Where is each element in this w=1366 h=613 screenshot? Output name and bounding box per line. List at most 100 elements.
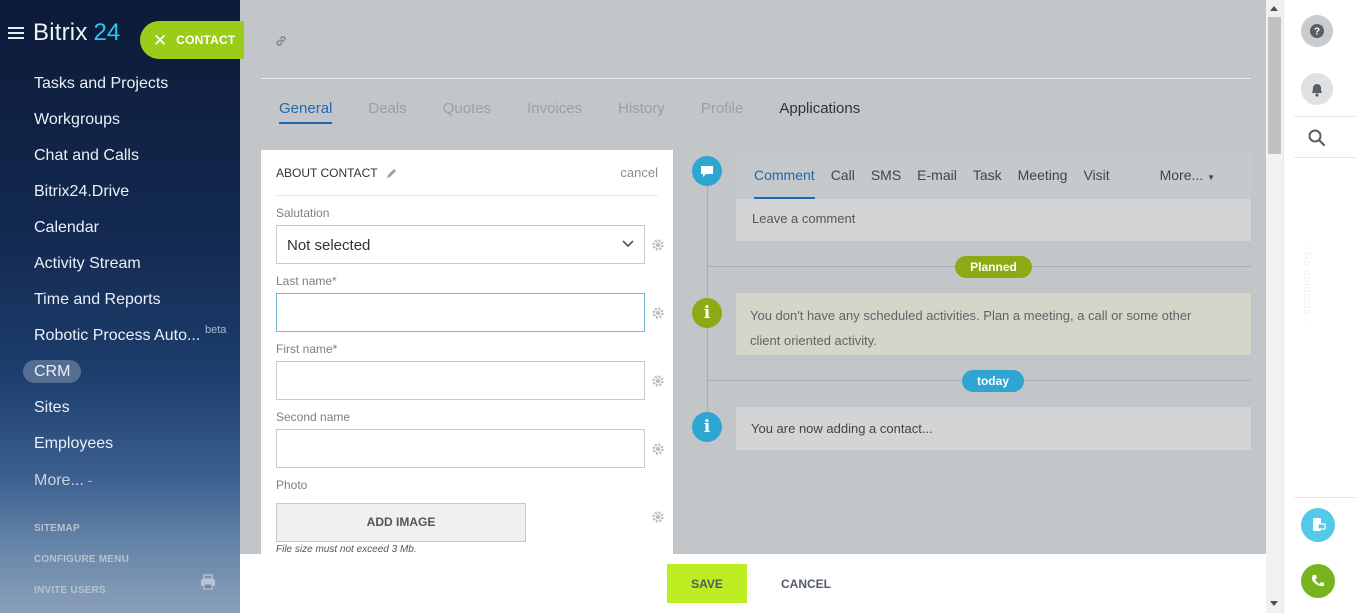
entity-tabs: General Deals Quotes Invoices History Pr… <box>279 100 896 124</box>
composer-tab-visit[interactable]: Visit <box>1083 151 1109 199</box>
composer-tab-sms[interactable]: SMS <box>871 151 901 199</box>
salutation-value: Not selected <box>287 237 371 254</box>
tab-general[interactable]: General <box>279 100 333 124</box>
configure-menu-link[interactable]: CONFIGURE MENU <box>34 552 129 583</box>
help-icon[interactable]: ? <box>1301 15 1333 47</box>
sidebar-item-workgroups[interactable]: Workgroups <box>34 102 200 138</box>
chevron-down-icon <box>622 240 634 248</box>
composer-tab-comment[interactable]: Comment <box>754 151 815 199</box>
composer-tabs: Comment Call SMS E-mail Task Meeting Vis… <box>736 151 1251 199</box>
first-name-input[interactable] <box>277 362 644 399</box>
right-panel-divider <box>1294 157 1356 158</box>
sidebar-item-crm[interactable]: CRM <box>23 354 200 390</box>
sidebar-item-rpa[interactable]: Robotic Process Auto... beta <box>34 318 226 354</box>
planned-note: You don't have any scheduled activities.… <box>736 293 1251 355</box>
today-badge: today <box>962 370 1024 392</box>
invite-users-link[interactable]: INVITE USERS <box>34 583 129 613</box>
composer-tab-call[interactable]: Call <box>831 151 855 199</box>
close-slider-button[interactable]: ✕ CONTACT <box>140 21 244 59</box>
last-name-label: Last name* <box>276 274 337 288</box>
tab-quotes[interactable]: Quotes <box>443 100 491 124</box>
no-contacts-label: - No contacts - <box>1301 244 1313 324</box>
card-cancel-link[interactable]: cancel <box>620 165 658 180</box>
second-name-field[interactable] <box>276 429 645 468</box>
caret-down-icon: ▼ <box>1207 173 1215 182</box>
sidebar-item-label: More... <box>34 472 84 489</box>
sidebar-item-sites[interactable]: Sites <box>34 390 200 426</box>
last-name-input[interactable] <box>277 294 644 331</box>
composer-tab-task[interactable]: Task <box>973 151 1002 199</box>
add-image-button[interactable]: ADD IMAGE <box>276 503 526 542</box>
salutation-select[interactable]: Not selected <box>276 225 645 264</box>
second-name-input[interactable] <box>277 430 644 467</box>
last-name-settings-gear-icon[interactable] <box>652 307 664 319</box>
sidebar-item-tasks[interactable]: Tasks and Projects <box>34 66 200 102</box>
composer-tab-more[interactable]: More... ▼ <box>1160 151 1215 199</box>
second-name-settings-gear-icon[interactable] <box>652 443 664 455</box>
cancel-button[interactable]: CANCEL <box>776 564 836 603</box>
comment-bubble-icon <box>692 156 722 186</box>
mobile-app-icon[interactable] <box>1301 508 1335 542</box>
brand-number: 24 <box>93 19 121 46</box>
sidebar-item-label: Employees <box>34 435 114 452</box>
sidebar-item-more[interactable]: More... - <box>34 462 200 498</box>
contact-slider: General Deals Quotes Invoices History Pr… <box>240 0 1266 613</box>
vertical-scrollbar[interactable] <box>1266 0 1283 613</box>
save-button[interactable]: SAVE <box>667 564 747 603</box>
salutation-label: Salutation <box>276 206 330 220</box>
salutation-settings-gear-icon[interactable] <box>652 239 664 251</box>
phone-call-icon[interactable] <box>1301 564 1335 598</box>
scroll-down-arrow-icon[interactable] <box>1270 601 1278 606</box>
right-panel: ? <box>1283 0 1366 613</box>
first-name-settings-gear-icon[interactable] <box>652 375 664 387</box>
tab-history[interactable]: History <box>618 100 665 124</box>
form-footer: SAVE CANCEL <box>240 554 1266 613</box>
sidebar-item-label: Robotic Process Auto... <box>34 327 201 344</box>
tab-invoices[interactable]: Invoices <box>527 100 582 124</box>
sidebar-item-label: CRM <box>23 360 82 383</box>
tab-deals[interactable]: Deals <box>368 100 406 124</box>
composer-tab-email[interactable]: E-mail <box>917 151 957 199</box>
composer-tab-meeting[interactable]: Meeting <box>1018 151 1068 199</box>
photo-settings-gear-icon[interactable] <box>652 511 664 523</box>
scroll-up-arrow-icon[interactable] <box>1270 6 1278 11</box>
first-name-field[interactable] <box>276 361 645 400</box>
brand-name[interactable]: Bitrix <box>33 19 88 47</box>
sidebar-item-activity-stream[interactable]: Activity Stream <box>34 246 200 282</box>
beta-badge: beta <box>205 324 227 336</box>
printer-icon[interactable] <box>200 574 216 590</box>
pencil-icon[interactable] <box>386 168 397 179</box>
sidebar-item-calendar[interactable]: Calendar <box>34 210 200 246</box>
planned-badge: Planned <box>955 256 1032 278</box>
card-title-text: ABOUT CONTACT <box>276 166 378 180</box>
second-name-label: Second name <box>276 410 351 424</box>
link-icon[interactable] <box>274 34 288 48</box>
sidebar-item-time-reports[interactable]: Time and Reports <box>34 282 200 318</box>
right-panel-divider <box>1294 116 1356 117</box>
card-divider <box>276 195 658 196</box>
notifications-bell-icon[interactable] <box>1301 73 1333 105</box>
sidebar-item-label: Chat and Calls <box>34 147 139 164</box>
sidebar-item-chat[interactable]: Chat and Calls <box>34 138 200 174</box>
menu-burger-icon[interactable] <box>8 27 24 39</box>
sidebar-item-label: Time and Reports <box>34 291 161 308</box>
last-name-field[interactable] <box>276 293 645 332</box>
card-title: ABOUT CONTACT <box>276 166 397 180</box>
sidebar-item-drive[interactable]: Bitrix24.Drive <box>34 174 200 210</box>
sidebar-item-employees[interactable]: Employees <box>34 426 200 462</box>
tab-applications[interactable]: Applications <box>779 100 860 124</box>
composer-more-label: More... <box>1159 167 1204 183</box>
adding-contact-note: You are now adding a contact... <box>736 407 1251 450</box>
comment-input-placeholder[interactable]: Leave a comment <box>752 211 855 226</box>
left-sidebar: Bitrix 24 Tasks and Projects Workgroups … <box>0 0 240 613</box>
tab-profile[interactable]: Profile <box>701 100 744 124</box>
sitemap-link[interactable]: SITEMAP <box>34 521 129 552</box>
scroll-thumb[interactable] <box>1268 17 1281 154</box>
brand: Bitrix 24 <box>8 18 120 48</box>
sidebar-item-label: Calendar <box>34 219 99 236</box>
sidebar-item-label: Activity Stream <box>34 255 141 272</box>
search-icon[interactable] <box>1301 122 1333 154</box>
sidebar-item-label: Tasks and Projects <box>34 75 169 92</box>
slider-title: CONTACT <box>176 33 236 47</box>
header-divider <box>261 78 1251 79</box>
